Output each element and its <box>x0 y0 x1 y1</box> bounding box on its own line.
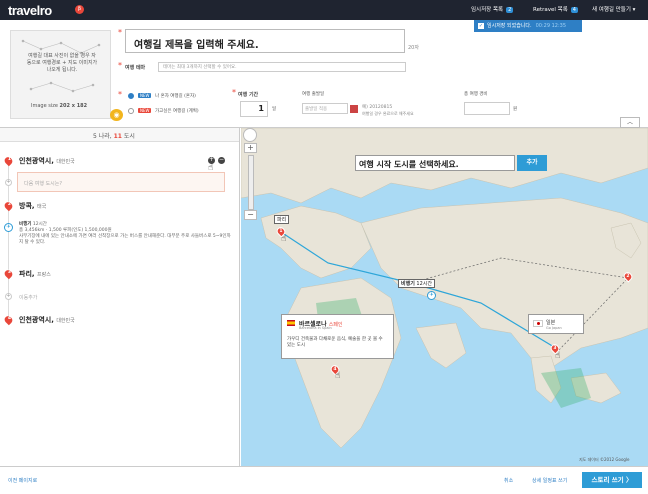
cursor-icon: ☝ <box>335 371 341 381</box>
calendar-icon[interactable] <box>350 105 358 113</box>
city-tooltip[interactable]: 바르셀로나 스페인 Barcelona in Spain 가우디 건축물과 다채… <box>281 314 394 359</box>
airplane-icon[interactable]: ✈ <box>427 291 436 300</box>
map-label-flight: 비행기 12시간 <box>398 279 435 288</box>
cost-label: 총 여행 경비 <box>464 92 488 97</box>
map-label-paris: 파리 <box>274 215 290 224</box>
next-city-input[interactable]: 다음 여행 도시는? <box>17 172 225 192</box>
cursor-icon: ☝ <box>281 234 287 244</box>
camera-icon[interactable]: ◉ <box>110 109 123 121</box>
airplane-icon: ✈ <box>4 223 13 232</box>
required-mark: * <box>118 61 122 70</box>
type-wish-label: 가고싶은 여행길 (계획) <box>155 109 199 114</box>
transport-info[interactable]: 비행기 12시간 총 3,456km · 1,500 루피(인도) 1,500,… <box>19 222 234 246</box>
title-char-counter: 20자 <box>408 45 419 51</box>
cost-input[interactable] <box>464 102 510 115</box>
radio-solo-route[interactable] <box>128 93 134 99</box>
required-mark: * <box>118 28 122 37</box>
japan-flag-icon <box>533 320 543 327</box>
required-mark: * <box>232 88 236 97</box>
detail-schedule-link[interactable]: 상세 일정표 쓰기 <box>532 477 567 484</box>
required-mark: * <box>118 90 122 99</box>
cursor-icon: ☝ <box>555 351 561 361</box>
beta-badge: β <box>75 5 84 14</box>
top-bar: travelro β 임시저장 목록 2 Retravel 목록 4 새 여행길 만… <box>0 0 648 20</box>
route-summary: 5 나라, 11 도시 <box>0 128 239 142</box>
world-map[interactable] <box>241 128 648 466</box>
chevron-right-icon: 〉 <box>625 476 633 484</box>
radio-wish-route[interactable] <box>128 108 134 114</box>
start-date-input[interactable]: 출발일 적용 <box>302 103 348 114</box>
cover-photo-upload[interactable]: 여행길 대표 사진이 없을 경우 자동으로 여행경로 + 지도 이미지가 나오게… <box>10 30 111 119</box>
country-card[interactable]: 일본 Go Japan <box>528 314 584 334</box>
add-city-button[interactable]: 추가 <box>517 155 547 171</box>
nav-new-route[interactable]: 새 여행길 만들기 ▾ <box>592 5 635 13</box>
spain-flag-icon <box>287 320 295 326</box>
theme-label: 여행 테마 <box>125 65 146 71</box>
stop-city[interactable]: 방콕, 태국 <box>19 201 46 211</box>
collapse-icon[interactable]: ︿ <box>620 117 640 128</box>
stop-city[interactable]: 인천광역시, 대한민국 <box>19 315 75 325</box>
add-move-label[interactable]: 이동추가 <box>19 294 37 301</box>
period-label: 여행 기간 <box>238 92 259 98</box>
nav-temp-saves[interactable]: 임시저장 목록 2 <box>471 5 514 13</box>
nav-count-badge: 4 <box>570 7 578 13</box>
photo-size: Image size 202 x 182 <box>31 103 88 109</box>
check-icon: ✓ <box>478 23 484 29</box>
add-city-icon: + <box>5 179 12 186</box>
map-land <box>241 128 648 449</box>
period-unit: 일 <box>272 107 277 112</box>
stop-city[interactable]: 인천광역시, 대한민국 <box>19 156 75 166</box>
title-input[interactable]: 여행길 제목을 입력해 주세요. <box>125 29 405 53</box>
tooltip-description: 가우디 건축물과 다채로운 음식, 예술을 한 곳 볼 수 있는 도시 <box>287 337 383 348</box>
photo-guide-text: 여행길 대표 사진이 없을 경우 자동으로 여행경로 + 지도 이미지가 나오게… <box>26 53 98 73</box>
add-move-icon[interactable]: + <box>5 293 12 300</box>
zoom-in-icon[interactable]: + <box>244 143 257 153</box>
zoom-slider[interactable] <box>248 155 254 210</box>
save-toast: ✓ 임시저장 되었습니다. 00:29 12:35 <box>474 20 582 32</box>
start-date-label: 여행 출발일 <box>302 92 325 97</box>
start-date-example: 예) 20120815 <box>362 105 393 110</box>
remove-stop-icon[interactable]: − <box>218 157 225 164</box>
start-date-note: 여행일 경우 완료으로 해주세요 <box>362 111 414 116</box>
nav-count-badge: 2 <box>506 7 514 13</box>
tooltip-subtitle: Barcelona in Spain <box>299 326 332 330</box>
stop-city[interactable]: 파리, 프랑스 <box>19 269 51 279</box>
nav-retravel-list[interactable]: Retravel 목록 4 <box>533 5 578 13</box>
footer: 이전 페이지로 취소 상세 일정표 쓰기 스토리 쓰기 〉 <box>0 466 648 494</box>
type-solo-label: 나 혼자 여행길 (혼자) <box>155 94 196 99</box>
period-input[interactable]: 1 <box>240 101 268 117</box>
cost-unit: 원 <box>513 107 518 112</box>
write-story-button[interactable]: 스토리 쓰기 〉 <box>582 472 642 488</box>
new-tag: NEW <box>138 108 152 113</box>
zoom-out-icon[interactable]: − <box>244 210 257 220</box>
start-city-search-input[interactable]: 여행 시작 도시를 선택하세요. <box>355 155 515 171</box>
theme-input[interactable]: 테마는 최대 3개까지 선택할 수 있어요. <box>158 62 406 72</box>
map-copyright: 지도 데이터 ©2012 Google <box>579 457 630 462</box>
new-tag: NEW <box>138 93 152 98</box>
pan-control-icon[interactable] <box>243 128 257 142</box>
prev-page-link[interactable]: 이전 페이지로 <box>8 477 37 484</box>
logo[interactable]: travelro <box>8 3 52 18</box>
cancel-link[interactable]: 취소 <box>504 477 513 484</box>
